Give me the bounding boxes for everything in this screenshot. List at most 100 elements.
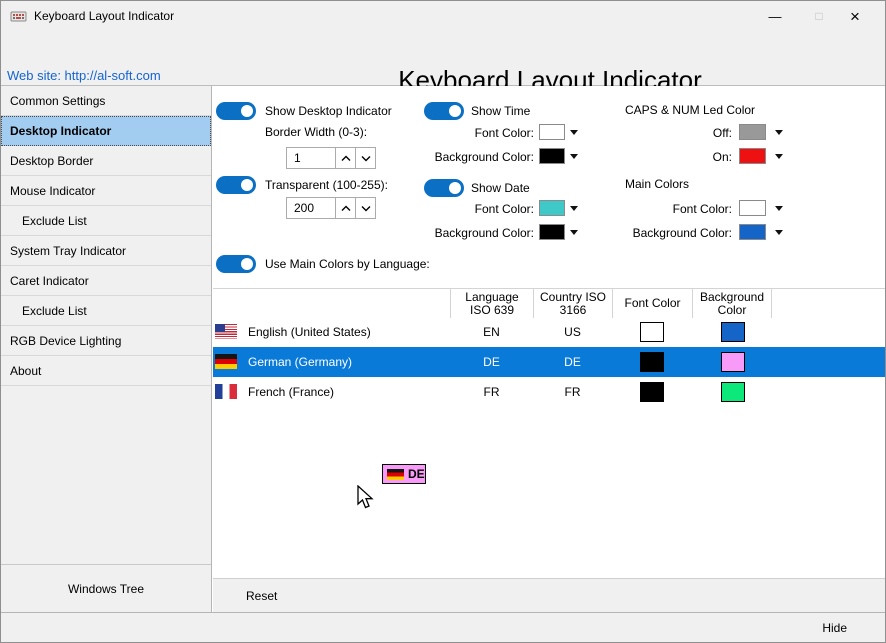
row-font-color-swatch[interactable] bbox=[640, 352, 664, 372]
country-iso-value: DE bbox=[533, 347, 612, 377]
row-font-color-swatch[interactable] bbox=[640, 322, 664, 342]
main-panel: Show Desktop Indicator Border Width (0-3… bbox=[213, 86, 886, 612]
date-background-color-swatch[interactable] bbox=[539, 224, 565, 240]
windows-tree-button[interactable]: Windows Tree bbox=[1, 564, 211, 612]
border-width-down-icon[interactable] bbox=[355, 148, 375, 168]
country-iso-value: US bbox=[533, 317, 612, 347]
led-off-color-swatch[interactable] bbox=[739, 124, 766, 140]
show-date-toggle[interactable] bbox=[424, 179, 464, 197]
row-font-color-swatch[interactable] bbox=[640, 382, 664, 402]
language-name: German (Germany) bbox=[248, 347, 352, 377]
led-on-dropdown-icon[interactable] bbox=[775, 154, 783, 159]
country-iso-value: FR bbox=[533, 377, 612, 407]
indicator-preview-label: DE bbox=[408, 467, 425, 481]
date-font-color-dropdown-icon[interactable] bbox=[570, 206, 578, 211]
border-width-stepper[interactable]: 1 bbox=[286, 147, 376, 169]
bottom-bar: Hide bbox=[1, 612, 885, 643]
led-off-label: Off: bbox=[602, 124, 732, 142]
column-country-iso: Country ISO 3166 bbox=[533, 289, 612, 318]
led-on-color-swatch[interactable] bbox=[739, 148, 766, 164]
sidebar-item-exclude-list-caret[interactable]: Exclude List bbox=[1, 296, 211, 326]
language-iso-value: FR bbox=[450, 377, 533, 407]
title-bar: Keyboard Layout Indicator — □ × bbox=[1, 1, 885, 32]
time-background-color-label: Background Color: bbox=[384, 148, 534, 166]
table-row-german[interactable]: German (Germany) DE DE bbox=[213, 347, 886, 377]
row-background-color-swatch[interactable] bbox=[721, 322, 745, 342]
main-font-color-swatch[interactable] bbox=[739, 200, 766, 216]
table-row-english[interactable]: English (United States) EN US bbox=[213, 317, 886, 347]
mouse-cursor bbox=[357, 485, 377, 511]
sidebar-item-exclude-list-mouse[interactable]: Exclude List bbox=[1, 206, 211, 236]
column-background-color: Background Color bbox=[692, 289, 772, 318]
transparent-up-icon[interactable] bbox=[335, 198, 355, 218]
row-background-color-swatch[interactable] bbox=[721, 382, 745, 402]
table-header: Language ISO 639 Country ISO 3166 Font C… bbox=[213, 288, 886, 317]
sidebar-item-desktop-border[interactable]: Desktop Border bbox=[1, 146, 211, 176]
sidebar-item-about[interactable]: About bbox=[1, 356, 211, 386]
border-width-up-icon[interactable] bbox=[335, 148, 355, 168]
time-font-color-dropdown-icon[interactable] bbox=[570, 130, 578, 135]
sidebar-item-common-settings[interactable]: Common Settings bbox=[1, 86, 211, 116]
us-flag-icon bbox=[215, 324, 237, 339]
date-background-color-dropdown-icon[interactable] bbox=[570, 230, 578, 235]
row-background-color-swatch[interactable] bbox=[721, 352, 745, 372]
transparent-stepper[interactable]: 200 bbox=[286, 197, 376, 219]
minimize-icon[interactable]: — bbox=[753, 1, 797, 32]
language-iso-value: DE bbox=[450, 347, 533, 377]
show-time-toggle[interactable] bbox=[424, 102, 464, 120]
show-desktop-indicator-toggle[interactable] bbox=[216, 102, 256, 120]
show-date-label: Show Date bbox=[471, 179, 530, 197]
window-title: Keyboard Layout Indicator bbox=[34, 1, 174, 32]
language-iso-value: EN bbox=[450, 317, 533, 347]
led-off-dropdown-icon[interactable] bbox=[775, 130, 783, 135]
column-font-color: Font Color bbox=[612, 289, 692, 318]
sidebar-item-mouse-indicator[interactable]: Mouse Indicator bbox=[1, 176, 211, 206]
main-font-color-label: Font Color: bbox=[602, 200, 732, 218]
german-flag-icon bbox=[387, 469, 404, 480]
sidebar-item-desktop-indicator[interactable]: Desktop Indicator bbox=[1, 116, 211, 146]
caps-num-title: CAPS & NUM Led Color bbox=[625, 102, 755, 118]
transparent-value[interactable]: 200 bbox=[287, 198, 335, 218]
led-on-label: On: bbox=[602, 148, 732, 166]
sidebar-item-rgb-device-lighting[interactable]: RGB Device Lighting bbox=[1, 326, 211, 356]
french-flag-icon bbox=[215, 384, 237, 399]
transparent-toggle[interactable] bbox=[216, 176, 256, 194]
date-font-color-swatch[interactable] bbox=[539, 200, 565, 216]
close-icon[interactable]: × bbox=[833, 1, 877, 32]
date-font-color-label: Font Color: bbox=[384, 200, 534, 218]
reset-button[interactable]: Reset bbox=[213, 578, 886, 612]
use-main-colors-toggle[interactable] bbox=[216, 255, 256, 273]
border-width-label: Border Width (0-3): bbox=[265, 123, 367, 141]
transparent-down-icon[interactable] bbox=[355, 198, 375, 218]
use-main-colors-label: Use Main Colors by Language: bbox=[265, 255, 430, 273]
show-desktop-indicator-label: Show Desktop Indicator bbox=[265, 102, 392, 120]
keyboard-app-icon bbox=[10, 8, 27, 25]
main-colors-title: Main Colors bbox=[625, 176, 689, 192]
language-name: French (France) bbox=[248, 377, 334, 407]
sidebar: Common Settings Desktop Indicator Deskto… bbox=[1, 86, 212, 612]
transparent-label: Transparent (100-255): bbox=[265, 176, 388, 194]
main-font-color-dropdown-icon[interactable] bbox=[775, 206, 783, 211]
show-time-label: Show Time bbox=[471, 102, 530, 120]
app-header: Web site: http://al-soft.com Telegram: t… bbox=[1, 32, 885, 86]
main-background-color-label: Background Color: bbox=[602, 224, 732, 242]
app-window: Keyboard Layout Indicator — □ × Web site… bbox=[0, 0, 886, 643]
table-row-french[interactable]: French (France) FR FR bbox=[213, 377, 886, 407]
german-flag-icon bbox=[215, 354, 237, 369]
time-font-color-swatch[interactable] bbox=[539, 124, 565, 140]
hide-button[interactable]: Hide bbox=[822, 613, 847, 643]
language-name: English (United States) bbox=[248, 317, 371, 347]
reset-label: Reset bbox=[246, 579, 277, 613]
indicator-preview: DE bbox=[382, 464, 426, 484]
date-background-color-label: Background Color: bbox=[384, 224, 534, 242]
main-background-color-swatch[interactable] bbox=[739, 224, 766, 240]
time-font-color-label: Font Color: bbox=[384, 124, 534, 142]
main-background-color-dropdown-icon[interactable] bbox=[775, 230, 783, 235]
column-language-iso: Language ISO 639 bbox=[450, 289, 533, 318]
website-link[interactable]: Web site: http://al-soft.com bbox=[7, 68, 161, 83]
time-background-color-dropdown-icon[interactable] bbox=[570, 154, 578, 159]
sidebar-item-system-tray-indicator[interactable]: System Tray Indicator bbox=[1, 236, 211, 266]
sidebar-item-caret-indicator[interactable]: Caret Indicator bbox=[1, 266, 211, 296]
time-background-color-swatch[interactable] bbox=[539, 148, 565, 164]
border-width-value[interactable]: 1 bbox=[287, 148, 335, 168]
